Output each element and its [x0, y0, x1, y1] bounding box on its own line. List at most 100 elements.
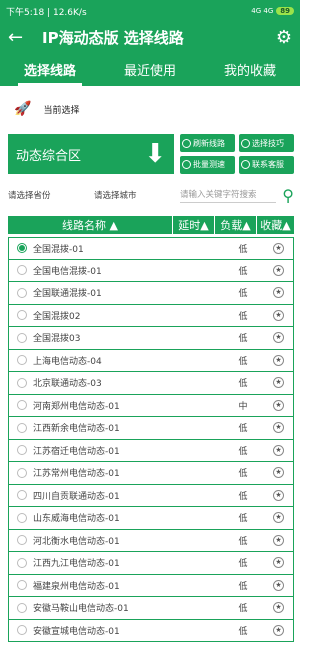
table-row[interactable]: 江西新余电信动态-01 低 ★ [8, 417, 294, 440]
load-value: 低 [238, 379, 248, 390]
load-value: 低 [238, 559, 248, 570]
load-value: 低 [238, 424, 248, 435]
star-icon[interactable]: ★ [273, 579, 284, 591]
table-row[interactable]: 北京联通动态-03 低 ★ [8, 372, 294, 395]
star-icon[interactable]: ★ [273, 557, 284, 569]
header-name[interactable]: 线路名称 ▲ [8, 216, 173, 234]
table-row[interactable]: 江西九江电信动态-01 低 ★ [8, 552, 294, 575]
tab-select-line[interactable]: 选择线路 [0, 52, 100, 86]
table-header: 线路名称 ▲ 延时▲ 负载▲ 收藏▲ [8, 216, 294, 234]
favorite-cell: ★ [264, 624, 293, 636]
province-select[interactable]: 请选择省份 [8, 189, 88, 201]
region-row: 动态综合区 ⬇ 刷新线路 选择技巧 批量测速 联系客服 [8, 134, 294, 174]
star-icon[interactable]: ★ [273, 602, 284, 614]
status-bar: 下午5:18 | 12.6K/s 4G 4G 89 [0, 0, 300, 22]
table-row[interactable]: 福建泉州电信动态-01 低 ★ [8, 574, 294, 597]
load-value: 低 [238, 244, 248, 255]
table-row[interactable]: 四川自贡联通动态-01 低 ★ [8, 484, 294, 507]
tips-icon [241, 138, 250, 148]
load-value: 低 [238, 536, 248, 547]
radio-button[interactable] [17, 422, 27, 433]
table-row[interactable]: 全国混拨-01 低 ★ [8, 237, 294, 260]
table-row[interactable]: 全国混拨03 低 ★ [8, 327, 294, 350]
favorite-cell: ★ [264, 242, 293, 254]
table-row[interactable]: 河南郑州电信动态-01 中 ★ [8, 394, 294, 417]
arrow-down-icon: ⬇ [144, 139, 166, 169]
radio-button[interactable] [17, 287, 27, 298]
radio-button[interactable] [17, 377, 27, 388]
table-row[interactable]: 全国电信混拨-01 低 ★ [8, 259, 294, 282]
header-latency[interactable]: 延时▲ [173, 216, 215, 234]
tab-favorites[interactable]: 我的收藏 [200, 52, 300, 86]
favorite-cell: ★ [264, 444, 293, 456]
back-arrow-icon[interactable]: ← [8, 27, 32, 48]
star-icon[interactable]: ★ [273, 399, 284, 411]
radio-button[interactable] [17, 400, 27, 411]
line-name: 山东威海电信动态-01 [33, 514, 120, 525]
batch-speedtest-button[interactable]: 批量测速 [180, 155, 235, 174]
star-icon[interactable]: ★ [273, 354, 284, 366]
table-row[interactable]: 江苏宿迁电信动态-01 低 ★ [8, 439, 294, 462]
table-row[interactable]: 山东威海电信动态-01 低 ★ [8, 507, 294, 530]
region-dropdown[interactable]: 动态综合区 ⬇ [8, 134, 174, 174]
table-row[interactable]: 河北衡水电信动态-01 低 ★ [8, 529, 294, 552]
radio-button[interactable] [17, 535, 27, 546]
tab-recent[interactable]: 最近使用 [100, 52, 200, 86]
star-icon[interactable]: ★ [273, 242, 284, 254]
status-time: 下午5:18 | 12.6K/s [6, 7, 87, 18]
line-name: 安徽马鞍山电信动态-01 [33, 604, 129, 615]
favorite-cell: ★ [264, 467, 293, 479]
table-row[interactable]: 江苏常州电信动态-01 低 ★ [8, 462, 294, 485]
speed-icon [182, 160, 191, 169]
radio-button[interactable] [17, 243, 27, 254]
signal-icon: 4G 4G [251, 7, 274, 15]
star-icon[interactable]: ★ [273, 332, 284, 344]
refresh-lines-button[interactable]: 刷新线路 [180, 134, 235, 152]
line-name: 全国混拨-01 [33, 244, 84, 255]
radio-button[interactable] [17, 625, 27, 636]
radio-button[interactable] [17, 467, 27, 478]
search-icon[interactable]: ⚲ [282, 186, 294, 205]
line-name: 福建泉州电信动态-01 [33, 581, 120, 592]
search-input[interactable]: 请输入关键字符搜索 [180, 188, 277, 203]
star-icon[interactable]: ★ [273, 309, 284, 321]
table-row[interactable]: 全国混拨02 低 ★ [8, 304, 294, 327]
line-list: 全国混拨-01 低 ★ 全国电信混拨-01 低 ★ 全国联通混拨-01 低 ★ 全国混拨02 低 ★ 全… [8, 237, 294, 642]
star-icon[interactable]: ★ [273, 444, 284, 456]
star-icon[interactable]: ★ [273, 489, 284, 501]
city-select[interactable]: 请选择城市 [94, 189, 174, 201]
star-icon[interactable]: ★ [273, 467, 284, 479]
favorite-cell: ★ [264, 377, 293, 389]
radio-button[interactable] [17, 490, 27, 501]
radio-button[interactable] [17, 512, 27, 523]
header-favorite[interactable]: 收藏▲ [257, 216, 294, 234]
load-value: 低 [238, 266, 248, 277]
star-icon[interactable]: ★ [273, 287, 284, 299]
radio-button[interactable] [17, 310, 27, 321]
radio-button[interactable] [17, 332, 27, 343]
gear-icon[interactable]: ⚙ [276, 27, 292, 48]
table-row[interactable]: 上海电信动态-04 低 ★ [8, 349, 294, 372]
radio-button[interactable] [17, 557, 27, 568]
table-row[interactable]: 安徽宣城电信动态-01 低 ★ [8, 619, 294, 642]
star-icon[interactable]: ★ [273, 512, 284, 524]
radio-button[interactable] [17, 265, 27, 276]
radio-button[interactable] [17, 602, 27, 613]
line-name: 河北衡水电信动态-01 [33, 536, 120, 547]
star-icon[interactable]: ★ [273, 264, 284, 276]
favorite-cell: ★ [264, 534, 293, 546]
star-icon[interactable]: ★ [273, 534, 284, 546]
radio-button[interactable] [17, 355, 27, 366]
star-icon[interactable]: ★ [273, 422, 284, 434]
header-load[interactable]: 负载▲ [215, 216, 257, 234]
star-icon[interactable]: ★ [273, 377, 284, 389]
table-row[interactable]: 全国联通混拨-01 低 ★ [8, 282, 294, 305]
radio-button[interactable] [17, 580, 27, 591]
tips-button[interactable]: 选择技巧 [239, 134, 294, 152]
table-row[interactable]: 安徽马鞍山电信动态-01 低 ★ [8, 597, 294, 620]
load-value: 低 [238, 581, 248, 592]
support-icon [241, 160, 250, 169]
contact-support-button[interactable]: 联系客服 [239, 155, 294, 174]
radio-button[interactable] [17, 445, 27, 456]
star-icon[interactable]: ★ [273, 624, 284, 636]
